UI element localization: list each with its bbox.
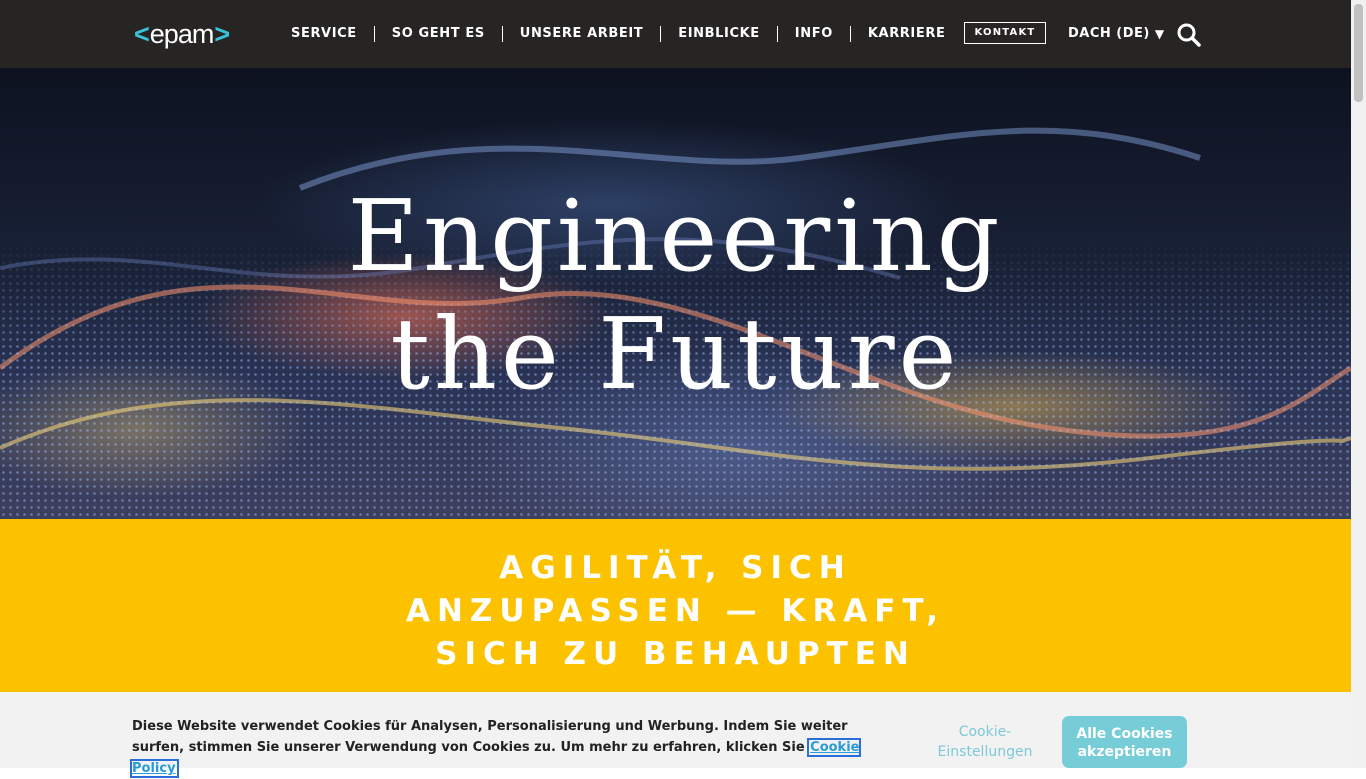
tagline-line: SICH ZU BEHAUPTEN [435,636,916,672]
nav-item-karriere[interactable]: KARRIERE [849,26,963,42]
tagline-heading: AGILITÄT, SICH ANZUPASSEN — KRAFT, SICH … [0,547,1351,676]
hero-title-line1: Engineering [347,180,1004,294]
logo-left-bracket: < [134,18,150,49]
nav-item-einblicke[interactable]: EINBLICKE [660,26,777,42]
triangle-down-icon: ▼ [1154,26,1165,41]
region-label: DACH (DE) [1068,26,1150,41]
tagline-line: ANZUPASSEN — KRAFT, [406,593,945,629]
cookie-message-text: Diese Website verwendet Cookies für Anal… [132,719,848,755]
region-selector[interactable]: DACH (DE) ▼ [1068,26,1165,41]
accept-all-cookies-button[interactable]: Alle Cookies akzeptieren [1062,716,1187,768]
logo-text: epam [149,18,215,49]
hero-title-line2: the Future [390,298,961,412]
tagline-line: AGILITÄT, SICH [499,550,852,586]
search-icon[interactable] [1176,22,1202,48]
cookie-settings-button[interactable]: Cookie-Einstellungen [920,722,1050,762]
cookie-banner: Diese Website verwendet Cookies für Anal… [0,692,1351,778]
main-nav: SERVICE SO GEHT ES UNSERE ARBEIT EINBLIC… [274,26,962,42]
logo-right-bracket: > [214,18,230,49]
nav-item-unsere-arbeit[interactable]: UNSERE ARBEIT [501,26,660,42]
nav-item-info[interactable]: INFO [776,26,850,42]
nav-item-service[interactable]: SERVICE [274,26,374,42]
site-header: < epam > SERVICE SO GEHT ES UNSERE ARBEI… [0,0,1351,68]
contact-button[interactable]: KONTAKT [964,22,1046,44]
cookie-message: Diese Website verwendet Cookies für Anal… [129,716,892,779]
epam-logo[interactable]: < epam > [134,18,230,50]
nav-item-so-geht-es[interactable]: SO GEHT ES [373,26,502,42]
page-scrollbar[interactable] [1351,0,1366,768]
scrollbar-thumb[interactable] [1354,4,1363,102]
hero-banner: Engineering the Future [0,68,1351,519]
